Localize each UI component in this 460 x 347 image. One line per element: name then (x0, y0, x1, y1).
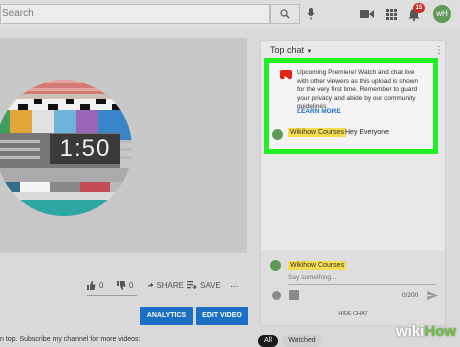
filter-chip-watched[interactable]: Watched (282, 335, 322, 347)
dislike-button[interactable]: 0 (117, 278, 143, 292)
search-input[interactable]: Search (0, 4, 270, 24)
search-button[interactable] (270, 4, 300, 24)
chat-mode-dropdown[interactable]: Top chat ▼ (270, 45, 313, 55)
youtube-logo-icon (280, 70, 292, 81)
share-button[interactable]: SHARE (148, 278, 184, 292)
send-icon (426, 290, 438, 300)
like-button[interactable]: 0 (87, 278, 113, 292)
more-actions-button[interactable]: ... (230, 278, 246, 292)
chat-message-input[interactable]: Say something... (288, 274, 436, 285)
thumbs-up-icon (87, 280, 96, 290)
video-camera-icon (360, 10, 374, 18)
like-ratio-bar (87, 295, 137, 296)
composer-avatar (270, 260, 281, 271)
dislike-count: 0 (129, 280, 134, 290)
video-player[interactable] (0, 38, 247, 253)
user-avatar[interactable]: wH (433, 5, 451, 23)
chat-mode-label: Top chat (270, 45, 305, 55)
notification-count-badge: 15 (413, 3, 425, 13)
chevron-down-icon: ▼ (306, 49, 313, 55)
learn-more-link[interactable]: LEARN MORE (297, 108, 341, 115)
message-avatar (272, 129, 283, 140)
thumbs-down-icon (117, 280, 126, 290)
wikihow-watermark: wikiHow (396, 323, 457, 340)
premiere-countdown: 1:50 (50, 134, 120, 164)
filter-chip-all[interactable]: All (258, 335, 278, 347)
super-sticker-icon[interactable] (289, 290, 299, 300)
like-count: 0 (99, 280, 104, 290)
character-counter: 0/200 (402, 292, 419, 299)
chat-menu-button[interactable]: ⋮ (434, 45, 444, 56)
hide-chat-button[interactable]: HIDE CHAT (261, 311, 445, 317)
emoji-icon[interactable] (272, 291, 281, 300)
message-text: Hey Everyone (345, 129, 389, 136)
save-label: SAVE (200, 280, 221, 290)
add-to-playlist-icon (187, 281, 197, 289)
analytics-button[interactable]: ANALYTICS (140, 307, 193, 325)
test-pattern-thumbnail (0, 80, 132, 216)
share-arrow-icon (148, 282, 154, 288)
edit-video-button[interactable]: EDIT VIDEO (196, 307, 248, 325)
send-button[interactable] (426, 290, 438, 300)
share-label: SHARE (156, 280, 184, 290)
composer-author-badge: Wikihow Courses (288, 261, 347, 270)
apps-grid-icon (385, 8, 397, 20)
save-button[interactable]: SAVE (187, 278, 225, 292)
apps-button[interactable] (383, 6, 399, 22)
microphone-icon (307, 8, 315, 20)
premiere-notice: Upcoming Premiere! Watch and chat live w… (297, 69, 419, 110)
message-author-badge[interactable]: Wikihow Courses (288, 128, 347, 137)
create-video-button[interactable] (358, 6, 376, 22)
voice-search-button[interactable] (304, 6, 318, 22)
search-icon (280, 9, 290, 19)
video-description: n top. Subscribe my channel for more vid… (0, 336, 141, 343)
